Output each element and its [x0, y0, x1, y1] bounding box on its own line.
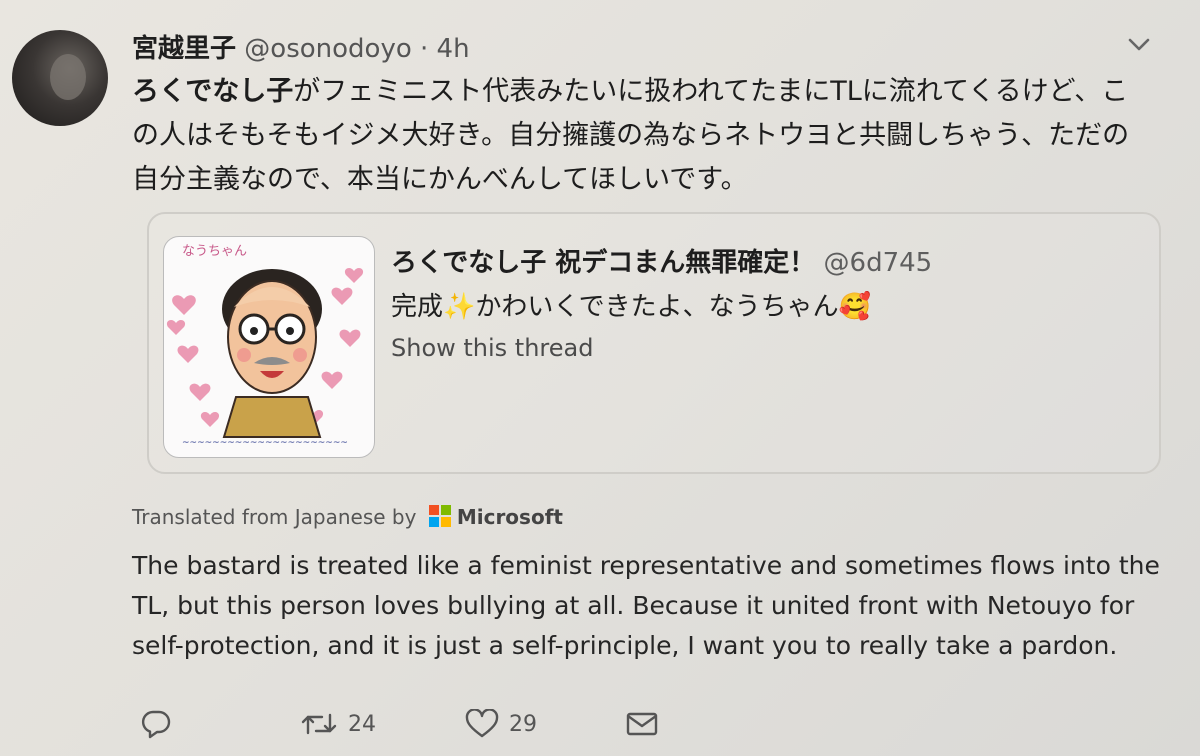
direct-message-button[interactable]: [625, 706, 659, 742]
avatar-face: [50, 54, 86, 100]
quoted-tweet-text: 完成✨かわいくできたよ、なうちゃん🥰: [391, 286, 871, 323]
retweet-count: 24: [348, 711, 376, 737]
reply-button[interactable]: [140, 706, 172, 742]
user-avatar[interactable]: [12, 30, 108, 126]
microsoft-logo-icon: [428, 505, 451, 527]
heart-icon: [465, 709, 499, 738]
display-name[interactable]: 宮越里子: [132, 34, 236, 64]
chevron-down-icon[interactable]: [1128, 38, 1150, 52]
tweet: 宮越里子 @osonodoyo · 4h ろくでなし子がフェミニスト代表みたいに…: [0, 0, 1200, 756]
quoted-text-after: かわいくできたよ、なうちゃん: [475, 292, 839, 322]
tweet-timestamp[interactable]: 4h: [437, 34, 470, 64]
translation-attribution: Translated from Japanese by Microsoft: [132, 505, 563, 529]
retweet-icon: [301, 713, 337, 735]
tweet-header: 宮越里子 @osonodoyo · 4h: [132, 28, 470, 65]
reply-icon: [141, 710, 171, 739]
user-handle[interactable]: @osonodoyo: [244, 34, 411, 64]
caricature-illustration: なうちゃん ~~~~~~~~~~~~~~~~~~~~~~: [166, 244, 364, 448]
like-button[interactable]: 29: [465, 706, 537, 742]
sparkles-icon: ✨: [443, 292, 476, 322]
quoted-user-handle[interactable]: @6d745: [824, 248, 933, 278]
tweet-text-strong: ろくでなし子: [132, 76, 294, 107]
translation-label: Translated from Japanese by: [132, 505, 417, 529]
envelope-icon: [626, 712, 658, 736]
translation-provider[interactable]: Microsoft: [457, 505, 563, 529]
svg-text:~~~~~~~~~~~~~~~~~~~~~~: ~~~~~~~~~~~~~~~~~~~~~~: [182, 438, 348, 448]
quoted-tweet-header: ろくでなし子 祝デコまん無罪確定！ @6d745: [391, 242, 932, 279]
show-thread-link[interactable]: Show this thread: [391, 334, 593, 362]
quoted-tweet-image[interactable]: なうちゃん ~~~~~~~~~~~~~~~~~~~~~~: [163, 236, 375, 458]
image-caption: なうちゃん: [182, 244, 247, 259]
tweet-text: ろくでなし子がフェミニスト代表みたいに扱われてたまにTLに流れてくるけど、この人…: [132, 70, 1152, 202]
translated-text: The bastard is treated like a feminist r…: [132, 551, 1160, 660]
header-separator: ·: [420, 34, 429, 64]
like-count: 29: [509, 711, 537, 737]
tweet-actions: 24 29: [140, 706, 680, 742]
quoted-display-name[interactable]: ろくでなし子 祝デコまん無罪確定！: [391, 248, 815, 278]
retweet-button[interactable]: 24: [300, 706, 376, 742]
quoted-tweet-card[interactable]: なうちゃん ~~~~~~~~~~~~~~~~~~~~~~ ろくでなし子 祝デコま…: [147, 212, 1161, 474]
smiling-face-hearts-icon: 🥰: [838, 292, 871, 322]
quoted-text-before: 完成: [391, 292, 444, 322]
